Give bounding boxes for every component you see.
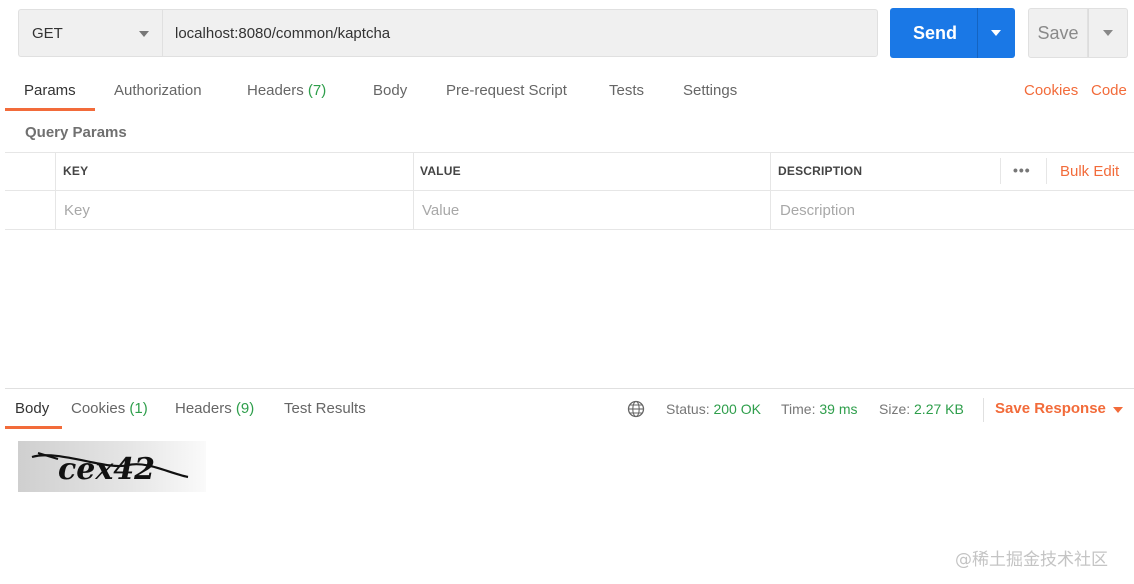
response-tab-headers-count: (9): [235, 400, 255, 417]
tab-pre-request-script[interactable]: Pre-request Script: [446, 82, 567, 99]
method-select[interactable]: GET: [18, 9, 162, 57]
response-divider: [5, 388, 1134, 389]
column-divider: [413, 152, 414, 229]
save-response-button[interactable]: Save Response: [995, 400, 1106, 417]
column-header-value: VALUE: [420, 164, 461, 178]
param-value-input[interactable]: [422, 199, 762, 221]
size-readout: Size: 2.27 KB: [879, 401, 964, 417]
globe-icon[interactable]: [627, 400, 645, 418]
more-icon[interactable]: •••: [1013, 162, 1031, 178]
column-divider: [55, 152, 56, 229]
table-top-border: [5, 152, 1134, 153]
send-options-button[interactable]: [977, 8, 1015, 58]
column-divider: [1046, 158, 1047, 184]
status-readout: Status: 200 OK: [666, 401, 761, 417]
chevron-down-icon: [139, 31, 149, 37]
column-header-description: DESCRIPTION: [778, 164, 863, 178]
url-input[interactable]: [162, 9, 878, 57]
response-tab-headers[interactable]: Headers (9): [175, 400, 254, 417]
bulk-edit-link[interactable]: Bulk Edit: [1060, 163, 1119, 180]
size-value: 2.27 KB: [914, 401, 964, 417]
tab-headers-label: Headers: [247, 82, 304, 99]
active-response-tab-indicator: [5, 426, 62, 429]
tab-settings[interactable]: Settings: [683, 82, 737, 99]
cookies-link[interactable]: Cookies: [1024, 82, 1078, 99]
column-divider: [1000, 158, 1001, 184]
param-description-input[interactable]: [780, 199, 990, 221]
table-header-border: [5, 190, 1134, 191]
meta-divider: [983, 398, 984, 422]
tab-headers-count: (7): [307, 82, 327, 99]
query-params-title: Query Params: [25, 124, 127, 141]
tab-authorization[interactable]: Authorization: [114, 82, 202, 99]
response-tab-cookies-count: (1): [129, 400, 148, 417]
time-value: 39 ms: [819, 401, 858, 417]
request-tabs: Params Authorization Headers (7) Body Pr…: [0, 80, 1134, 112]
column-header-key: KEY: [63, 164, 89, 178]
save-options-button[interactable]: [1088, 8, 1128, 58]
param-key-input[interactable]: [64, 199, 404, 221]
chevron-down-icon[interactable]: [1113, 407, 1123, 413]
tab-params[interactable]: Params: [24, 82, 76, 99]
send-button[interactable]: Send: [890, 8, 980, 58]
status-value: 200 OK: [713, 401, 761, 417]
save-button[interactable]: Save: [1028, 8, 1088, 58]
tab-headers[interactable]: Headers (7): [247, 82, 326, 99]
watermark: @稀土掘金技术社区: [955, 550, 1108, 570]
method-label: GET: [32, 25, 63, 42]
response-tab-cookies-label: Cookies: [71, 400, 126, 417]
table-bottom-border: [5, 229, 1134, 230]
captcha-text: cex42: [58, 452, 155, 487]
chevron-down-icon: [1103, 30, 1113, 36]
tab-body[interactable]: Body: [373, 82, 407, 99]
time-label: Time:: [781, 401, 816, 417]
chevron-down-icon: [991, 30, 1001, 36]
time-readout: Time: 39 ms: [781, 401, 858, 417]
code-link[interactable]: Code: [1091, 82, 1127, 99]
size-label: Size:: [879, 401, 911, 417]
column-divider: [770, 152, 771, 229]
response-tab-headers-label: Headers: [175, 400, 232, 417]
tab-tests[interactable]: Tests: [609, 82, 644, 99]
active-tab-indicator: [5, 108, 95, 111]
captcha-image: cex42: [18, 441, 206, 492]
response-tab-cookies[interactable]: Cookies (1): [71, 400, 148, 417]
status-label: Status:: [666, 401, 710, 417]
response-tab-test-results[interactable]: Test Results: [284, 400, 366, 417]
response-tab-body[interactable]: Body: [15, 400, 49, 417]
